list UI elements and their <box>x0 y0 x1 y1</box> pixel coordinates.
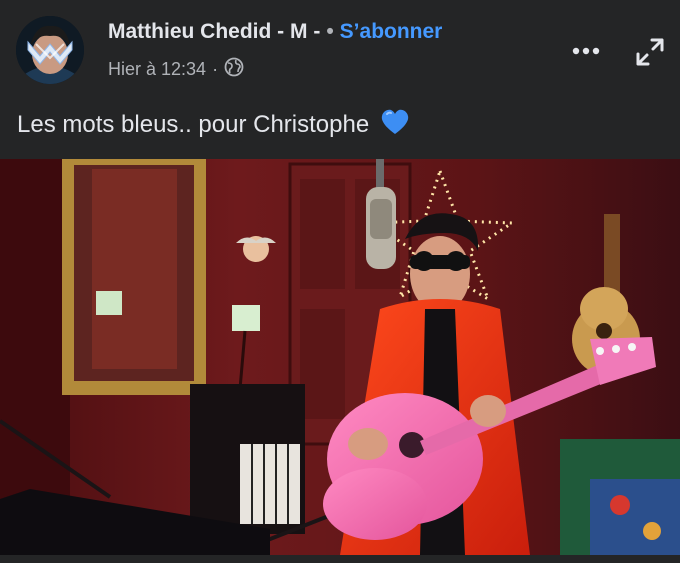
post-timestamp[interactable]: Hier à 12:34 <box>108 59 206 80</box>
separator-dot: • <box>326 20 334 43</box>
post-video[interactable] <box>0 159 680 555</box>
meta-separator: · <box>212 59 219 79</box>
expand-icon <box>636 38 664 66</box>
author-line: Matthieu Chedid - M - • S’abonner <box>108 20 442 44</box>
blue-heart-icon <box>380 108 410 143</box>
post-text: Les mots bleus.. pour Christophe <box>17 111 370 138</box>
author-avatar[interactable] <box>16 16 84 84</box>
more-dots-icon <box>572 47 600 55</box>
post-header: Matthieu Chedid - M - • S’abonner Hier à… <box>0 0 680 100</box>
more-options-button[interactable] <box>566 34 606 68</box>
post-footer-strip <box>0 555 680 563</box>
author-name[interactable]: Matthieu Chedid - M - <box>108 20 320 44</box>
expand-button[interactable] <box>630 32 670 72</box>
subscribe-button[interactable]: S’abonner <box>340 20 443 44</box>
video-still-image <box>0 159 680 555</box>
post-meta: Hier à 12:34 · <box>108 57 244 82</box>
globe-icon <box>224 57 244 82</box>
post-message: Les mots bleus.. pour Christophe <box>17 108 410 143</box>
